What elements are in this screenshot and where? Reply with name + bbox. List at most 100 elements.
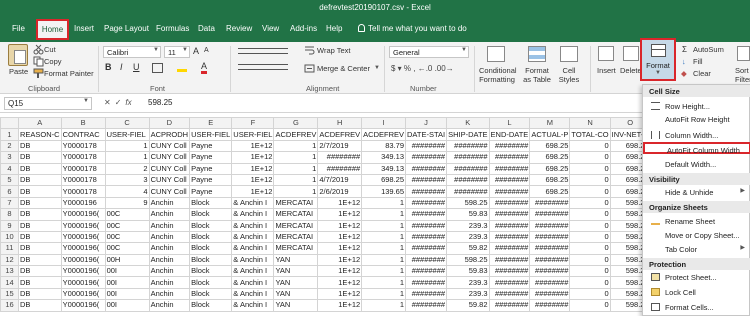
column-header[interactable]: K xyxy=(446,117,490,130)
grid-cell[interactable]: END-DATE xyxy=(488,128,531,141)
grid-cell[interactable]: 239.3 xyxy=(446,219,490,232)
column-header[interactable]: A xyxy=(18,117,62,130)
grid-cell[interactable]: 139.65 xyxy=(361,185,407,198)
grid-cell[interactable]: Y0000196( xyxy=(60,253,106,267)
cell-styles-icon[interactable] xyxy=(560,46,578,62)
grid-cell[interactable]: Anchin xyxy=(148,219,191,232)
column-header[interactable]: E xyxy=(189,117,233,130)
tab-formulas[interactable]: Formulas xyxy=(156,24,189,33)
grid-cell[interactable]: ######## xyxy=(405,208,448,221)
grid-cell[interactable]: 1 xyxy=(361,276,407,289)
grid-cell[interactable]: ######## xyxy=(405,299,448,312)
menu-item-tab-color[interactable]: Tab Color ▶ xyxy=(643,243,750,255)
delete-cells-icon[interactable] xyxy=(623,46,639,61)
grid-cell[interactable]: 0 xyxy=(569,230,611,244)
grid-cell[interactable]: ######## xyxy=(488,151,531,164)
grid-cell[interactable]: ######## xyxy=(446,151,490,164)
grid-cell[interactable]: Block xyxy=(189,299,233,312)
row-header[interactable]: 5 xyxy=(0,173,19,187)
bold-icon[interactable]: B xyxy=(105,62,112,72)
spreadsheet-grid[interactable]: A B C D E F G H I J K L M N O P Q xyxy=(0,117,750,316)
grid-cell[interactable]: 239.3 xyxy=(446,287,490,301)
grid-cell[interactable]: 1E+12 xyxy=(317,265,363,278)
conditional-formatting-icon[interactable] xyxy=(487,46,505,62)
grid-cell[interactable]: ######## xyxy=(529,196,571,210)
grid-cell[interactable]: 1E+12 xyxy=(317,242,363,255)
grid-cell[interactable]: CUNY Coll xyxy=(148,139,191,153)
tab-add-ins[interactable]: Add-ins xyxy=(290,24,317,33)
underline-icon[interactable]: U xyxy=(133,62,140,72)
row-header[interactable]: 15 xyxy=(0,287,19,301)
column-header[interactable]: M xyxy=(529,117,571,130)
grid-cell[interactable]: ACDEFREV xyxy=(273,128,319,141)
menu-item-column-width[interactable]: Column Width... xyxy=(643,129,750,141)
grid-cell[interactable]: 1E+12 xyxy=(231,162,275,175)
column-header[interactable]: F xyxy=(231,117,275,130)
grid-cell[interactable]: Y0000196( xyxy=(60,208,106,221)
grid-cell[interactable]: MERCATAI xyxy=(273,242,319,255)
grid-cell[interactable]: ######## xyxy=(488,242,531,255)
grid-cell[interactable]: 1 xyxy=(273,162,319,175)
grid-cell[interactable]: 239.3 xyxy=(446,276,490,289)
sort-filter-button[interactable]: Sort Filter xyxy=(735,66,750,84)
grid-cell[interactable]: 1 xyxy=(361,253,407,267)
grid-cell[interactable]: Y0000178 xyxy=(60,173,106,187)
grid-cell[interactable]: DB xyxy=(18,219,62,232)
grid-cell[interactable]: 0 xyxy=(569,287,611,301)
grid-cell[interactable]: 1E+12 xyxy=(317,196,363,210)
grid-cell[interactable]: ACDEFREV xyxy=(317,128,363,141)
grid-cell[interactable]: 00I xyxy=(104,265,150,278)
grid-cell[interactable]: 0 xyxy=(569,253,611,267)
grid-cell[interactable]: 598.25 xyxy=(446,196,490,210)
clear-button[interactable]: Clear xyxy=(693,69,711,78)
grid-cell[interactable]: 2/7/2019 xyxy=(317,139,363,153)
grid-cell[interactable]: Y0000196 xyxy=(60,196,106,210)
grid-cell[interactable]: Anchin xyxy=(148,242,191,255)
wrap-text-button[interactable]: Wrap Text xyxy=(317,46,351,55)
grid-cell[interactable]: 1 xyxy=(361,265,407,278)
grid-cell[interactable]: 698.25 xyxy=(529,173,571,187)
row-header[interactable]: 8 xyxy=(0,208,19,221)
delete-button[interactable]: Delete xyxy=(620,66,640,75)
grid-cell[interactable]: SHIP-DATE xyxy=(446,128,490,141)
grid-cell[interactable]: ######## xyxy=(529,287,571,301)
grid-cell[interactable]: ######## xyxy=(488,196,531,210)
menu-item-autofit-row[interactable]: AutoFit Row Height xyxy=(643,113,750,125)
grid-cell[interactable]: & Anchin I xyxy=(231,299,275,312)
grid-cell[interactable]: DB xyxy=(18,196,62,210)
italic-icon[interactable]: I xyxy=(120,62,123,72)
grid-cell[interactable]: ######## xyxy=(529,299,571,312)
autosum-button[interactable]: AutoSum xyxy=(693,45,724,54)
grid-cell[interactable]: Block xyxy=(189,242,233,255)
grid-cell[interactable]: 1E+12 xyxy=(317,276,363,289)
grid-cell[interactable]: DB xyxy=(18,185,62,198)
grid-cell[interactable]: MERCATAI xyxy=(273,219,319,232)
grid-cell[interactable]: 0 xyxy=(569,219,611,232)
grid-cell[interactable]: 239.3 xyxy=(446,230,490,244)
grid-cell[interactable]: ######## xyxy=(317,151,363,164)
grid-cell[interactable]: ######## xyxy=(446,162,490,175)
grid-cell[interactable]: 0 xyxy=(569,196,611,210)
grid-cell[interactable]: ######## xyxy=(405,230,448,244)
grid-cell[interactable]: ######## xyxy=(405,185,448,198)
formula-input[interactable]: 598.25 xyxy=(148,98,172,107)
grid-cell[interactable]: & Anchin I xyxy=(231,208,275,221)
grid-cell[interactable]: 1 xyxy=(361,196,407,210)
menu-item-lock-cell[interactable]: Lock Cell xyxy=(643,286,750,298)
grid-cell[interactable]: Payne xyxy=(189,151,233,164)
grid-cell[interactable]: Block xyxy=(189,219,233,232)
tell-me-search[interactable]: Tell me what you want to do xyxy=(358,24,467,33)
grid-cell[interactable]: ######## xyxy=(529,219,571,232)
grid-cell[interactable]: YAN xyxy=(273,253,319,267)
column-header[interactable]: N xyxy=(569,117,611,130)
grid-cell[interactable]: ######## xyxy=(405,276,448,289)
grid-cell[interactable]: Anchin xyxy=(148,253,191,267)
grid-cell[interactable]: & Anchin I xyxy=(231,276,275,289)
paste-icon[interactable] xyxy=(8,44,28,66)
grid-cell[interactable]: DB xyxy=(18,299,62,312)
grid-cell[interactable]: DB xyxy=(18,230,62,244)
grid-cell[interactable]: Anchin xyxy=(148,196,191,210)
grid-cell[interactable]: YAN xyxy=(273,299,319,312)
number-format-icons[interactable]: $ ▾ % , ←.0 .00→ xyxy=(391,64,454,73)
tab-file[interactable]: File xyxy=(12,24,25,33)
